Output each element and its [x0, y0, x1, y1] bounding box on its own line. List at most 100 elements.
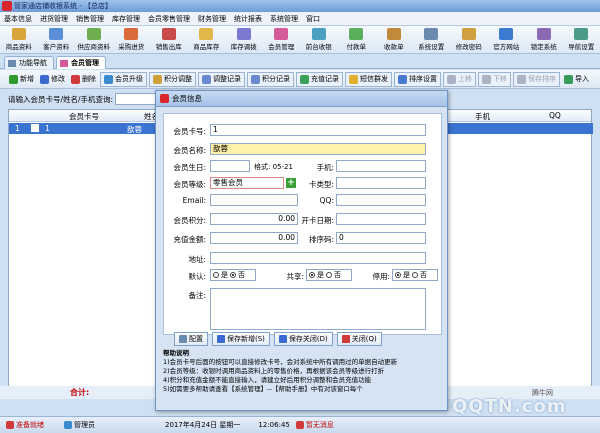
- down-button[interactable]: 下移: [478, 71, 511, 87]
- cardtype-field[interactable]: [336, 177, 426, 189]
- up-button[interactable]: 上移: [443, 71, 476, 87]
- mobile-field[interactable]: [336, 160, 426, 172]
- help-line: 4)积分和充值金额不能直接输入，请建立好后用积分调整和会员充值功能: [163, 376, 372, 384]
- sales-button[interactable]: 销售出库: [150, 26, 188, 54]
- website-button[interactable]: 官方网站: [488, 26, 526, 54]
- purchase-button[interactable]: 采购进货: [113, 26, 151, 54]
- remark-field[interactable]: [210, 288, 426, 330]
- col-card[interactable]: 会员卡号: [69, 111, 99, 122]
- sort-button[interactable]: 排序设置: [394, 71, 441, 87]
- menu-item[interactable]: 基本信息: [0, 12, 36, 25]
- status-item: 12:06:45: [258, 421, 289, 429]
- level-field[interactable]: 零售会员: [210, 177, 284, 189]
- sort-label: 排序码:: [308, 235, 334, 244]
- menu-item[interactable]: 系统管理: [266, 12, 302, 25]
- recharge-field[interactable]: 0.00: [210, 232, 298, 244]
- toolbar-label: 删除: [82, 75, 96, 83]
- default-no-radio[interactable]: [230, 272, 236, 278]
- recharge-button[interactable]: 充值记录: [296, 71, 343, 87]
- toolbar-label: 调整记录: [213, 75, 241, 83]
- edit-button[interactable]: 修改: [37, 72, 68, 87]
- sms-button[interactable]: 短信群发: [345, 71, 392, 87]
- share-no-radio[interactable]: [326, 272, 332, 278]
- points-field[interactable]: 0.00: [210, 213, 298, 225]
- record-button[interactable]: 调整记录: [198, 71, 245, 87]
- upgrade-button[interactable]: 会员升级: [100, 71, 147, 87]
- quick-launch-label: 收款单: [384, 43, 404, 51]
- help-line: 2)会员等级：收银时调用商品资料上的零售价格，再根据该会员等级进行打折: [163, 367, 385, 375]
- disable-radio-group[interactable]: 是 否: [392, 269, 438, 281]
- summary-label: 合计:: [70, 388, 90, 397]
- save-add-button[interactable]: 保存新增(S): [212, 332, 270, 346]
- birthday-field[interactable]: [210, 160, 250, 172]
- address-field[interactable]: [210, 252, 426, 264]
- default-radio-group[interactable]: 是 否: [210, 269, 256, 281]
- import-button[interactable]: 导入: [561, 72, 592, 87]
- toolbar-label: 下移: [493, 75, 507, 83]
- payment-button[interactable]: 付款单: [338, 26, 376, 54]
- upgrade-icon: [104, 74, 113, 84]
- points-record-button[interactable]: 积分记录: [247, 71, 294, 87]
- password-button[interactable]: 修改密码: [450, 26, 488, 54]
- opendate-field[interactable]: [336, 213, 426, 225]
- menu-item[interactable]: 窗口: [302, 12, 324, 25]
- radio-no-label: 否: [238, 271, 245, 279]
- points-button[interactable]: 积分调整: [149, 71, 196, 87]
- app-logo-icon: [2, 1, 12, 11]
- nav-button[interactable]: 导航设置: [563, 26, 600, 54]
- menu-item[interactable]: 销售管理: [72, 12, 108, 25]
- share-radio-group[interactable]: 是 否: [306, 269, 352, 281]
- save-close-button[interactable]: 保存关闭(D): [273, 332, 333, 346]
- tab-function-nav[interactable]: 功能导航: [4, 56, 54, 69]
- watermark-site: 腾牛网: [532, 389, 553, 397]
- default-yes-radio[interactable]: [213, 272, 219, 278]
- add-button[interactable]: 新增: [6, 72, 37, 87]
- window-title: 管家通店铺收银系统 - 【总店】: [14, 2, 112, 10]
- remark-label: 备注:: [188, 291, 206, 300]
- delete-button[interactable]: 删除: [68, 72, 99, 87]
- name-field[interactable]: 歆蓉: [210, 143, 426, 155]
- menu-item[interactable]: 统计报表: [230, 12, 266, 25]
- qq-field[interactable]: [336, 194, 426, 206]
- disable-no-radio[interactable]: [412, 272, 418, 278]
- status-item: 管理员: [64, 420, 95, 430]
- help-title: 帮助说明: [163, 349, 189, 357]
- status-label: 管理员: [74, 421, 95, 429]
- save-sort-icon: [517, 74, 526, 84]
- settings-button[interactable]: 系统设置: [413, 26, 451, 54]
- card-field[interactable]: 1: [210, 124, 426, 136]
- email-label: Email:: [182, 196, 206, 205]
- menu-item[interactable]: 进货管理: [36, 12, 72, 25]
- dialog-titlebar[interactable]: 会员信息: [156, 91, 447, 107]
- member-button[interactable]: 会员管理: [263, 26, 301, 54]
- receipt-button[interactable]: 收款单: [375, 26, 413, 54]
- customer-icon: [49, 28, 64, 40]
- toolbar-label: 会员升级: [115, 75, 143, 83]
- goods-button[interactable]: 商品资料: [0, 26, 38, 54]
- name-label: 会员名称:: [173, 146, 206, 155]
- email-field[interactable]: [210, 194, 298, 206]
- share-yes-radio[interactable]: [309, 272, 315, 278]
- customer-button[interactable]: 客户资料: [38, 26, 76, 54]
- menu-item[interactable]: 财务管理: [194, 12, 230, 25]
- col-qq[interactable]: QQ: [549, 111, 561, 120]
- transfer-button[interactable]: 库存调拨: [225, 26, 263, 54]
- config-button[interactable]: 配置: [174, 332, 208, 346]
- supplier-button[interactable]: 供应商资料: [75, 26, 113, 54]
- delete-icon: [71, 74, 80, 84]
- quick-launch-label: 修改密码: [455, 43, 482, 51]
- toolbar-label: 新增: [20, 75, 34, 83]
- lock-button[interactable]: 锁定系统: [525, 26, 563, 54]
- cashier-button[interactable]: 前台收银: [300, 26, 338, 54]
- col-mobile[interactable]: 手机: [475, 111, 490, 122]
- sort-field[interactable]: 0: [336, 232, 426, 244]
- disable-yes-radio[interactable]: [395, 272, 401, 278]
- menu-item[interactable]: 库存管理: [108, 12, 144, 25]
- close-button[interactable]: 关闭(Q): [336, 332, 382, 346]
- menu-item[interactable]: 会员零售管理: [144, 12, 194, 25]
- save-sort-button[interactable]: 保存排序: [513, 71, 560, 87]
- row-number: 1: [15, 124, 20, 133]
- stock-button[interactable]: 商品库存: [188, 26, 226, 54]
- row-checkbox[interactable]: [31, 124, 39, 132]
- tab-member-management[interactable]: 会员管理: [56, 56, 106, 69]
